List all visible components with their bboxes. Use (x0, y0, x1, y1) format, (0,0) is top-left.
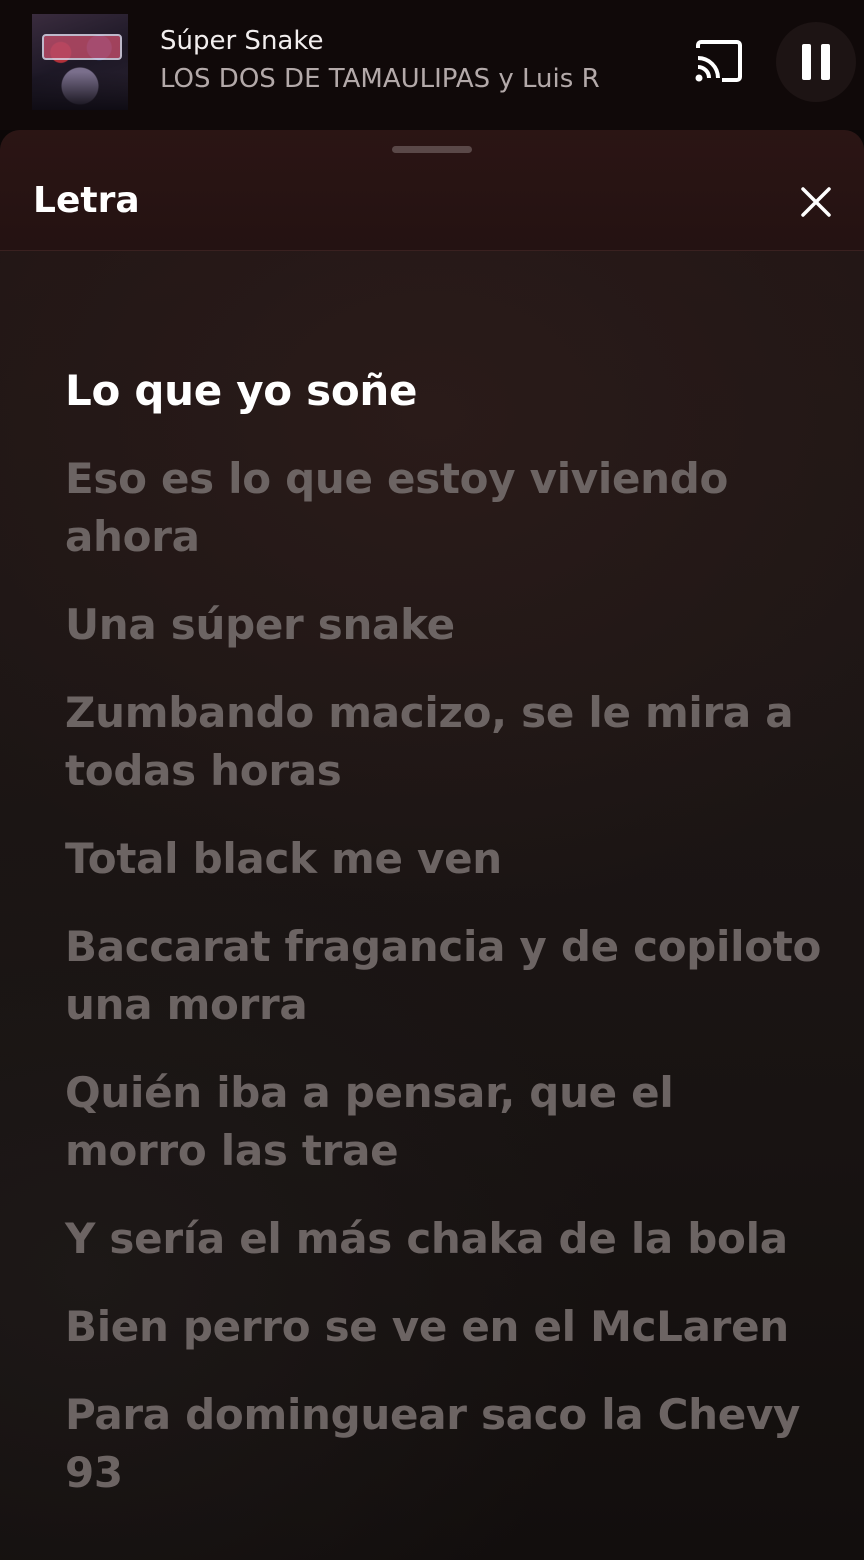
lyrics-sheet: Letra Lo que yo soñe Eso es lo que estoy… (0, 130, 864, 1560)
track-artist: LOS DOS DE TAMAULIPAS y Luis R (160, 64, 600, 94)
lyric-line[interactable]: Zumbando macizo, se le mira a todas hora… (65, 684, 825, 800)
pause-button[interactable] (776, 22, 856, 102)
album-art-shade (32, 72, 128, 110)
cast-icon (695, 40, 742, 82)
lyrics-title: Letra (33, 180, 140, 221)
lyric-line[interactable]: Y sería el más chaka de la bola (65, 1210, 825, 1268)
close-button[interactable] (790, 176, 842, 228)
cast-button[interactable] (690, 38, 748, 88)
album-art-logo (42, 34, 122, 60)
lyric-line[interactable]: Eso es lo que estoy viviendo ahora (65, 450, 825, 566)
pause-icon (802, 44, 830, 80)
lyric-line[interactable]: Para dominguear saco la Chevy 93 (65, 1386, 825, 1502)
lyric-line[interactable]: Total black me ven (65, 830, 825, 888)
lyric-line[interactable]: Quién iba a pensar, que el morro las tra… (65, 1064, 825, 1180)
lyric-line[interactable]: Baccarat fragancia y de copiloto una mor… (65, 918, 825, 1034)
lyrics-sheet-header: Letra (0, 130, 864, 251)
mini-player[interactable]: Súper Snake LOS DOS DE TAMAULIPAS y Luis… (0, 0, 864, 130)
lyric-line[interactable]: Una súper snake (65, 596, 825, 654)
lyric-line-active[interactable]: Lo que yo soñe (65, 362, 825, 420)
track-title: Súper Snake (160, 26, 324, 56)
lyrics-list: Lo que yo soñe Eso es lo que estoy vivie… (65, 362, 825, 1532)
album-art[interactable] (32, 14, 128, 110)
lyric-line[interactable]: Bien perro se ve en el McLaren (65, 1298, 825, 1356)
drag-handle[interactable] (392, 146, 472, 153)
close-icon (801, 187, 831, 217)
now-playing-screen: Súper Snake LOS DOS DE TAMAULIPAS y Luis… (0, 0, 864, 1560)
